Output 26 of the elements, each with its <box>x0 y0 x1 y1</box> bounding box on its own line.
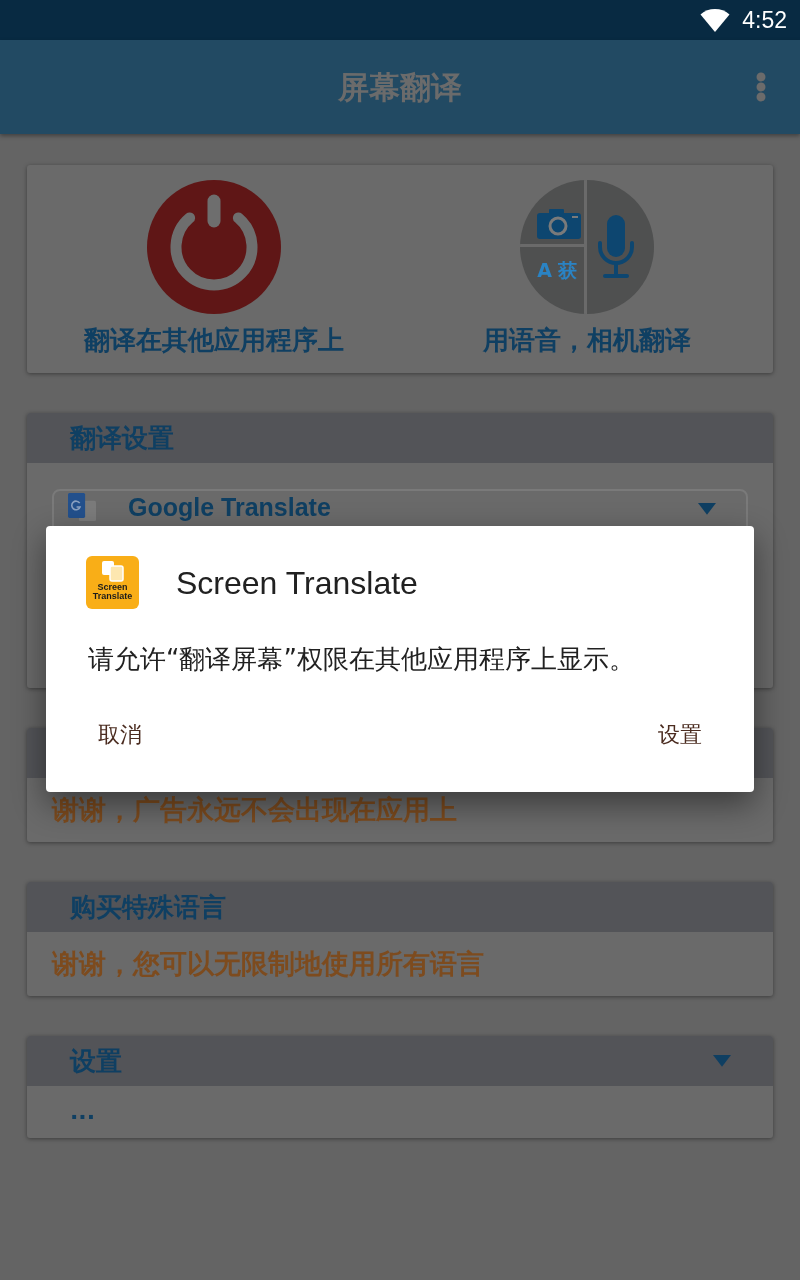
wifi-icon <box>700 8 731 32</box>
letter-label: A 获 <box>537 259 578 281</box>
section-title: 购买特殊语言 <box>70 891 226 923</box>
section-header[interactable]: 设置 <box>27 1036 773 1086</box>
translate-cards-icon <box>100 560 125 582</box>
settings-button[interactable]: 设置 <box>654 717 706 753</box>
logo-text: Screen Translate <box>91 583 134 601</box>
more-options-icon <box>756 72 766 102</box>
caret-down-icon <box>698 503 716 515</box>
section-title: 翻译设置 <box>70 422 174 454</box>
dialog-title: Screen Translate <box>176 563 418 602</box>
power-icon <box>146 180 281 314</box>
dialog-message: 请允许“翻译屏幕”权限在其他应用程序上显示。 <box>88 643 635 675</box>
caret-down-icon <box>713 1055 731 1067</box>
microphone-icon <box>596 215 635 279</box>
app-title: 屏幕翻译 <box>338 68 462 106</box>
clock-time: 4:52 <box>742 6 787 34</box>
ellipsis-text: ... <box>70 1099 96 1125</box>
section-title: 设置 <box>70 1045 122 1077</box>
overlay-translate-button[interactable]: 翻译在其他应用程序上 <box>27 165 400 373</box>
camera-icon <box>536 209 581 239</box>
translator-app-icon <box>68 493 96 521</box>
voice-camera-translate-button[interactable]: A 获 用语音，相机翻译 <box>400 165 773 373</box>
note-text: 谢谢，您可以无限制地使用所有语言 <box>52 948 484 980</box>
note-text: 谢谢，广告永远不会出现在应用上 <box>52 794 457 826</box>
cancel-button[interactable]: 取消 <box>94 717 146 753</box>
